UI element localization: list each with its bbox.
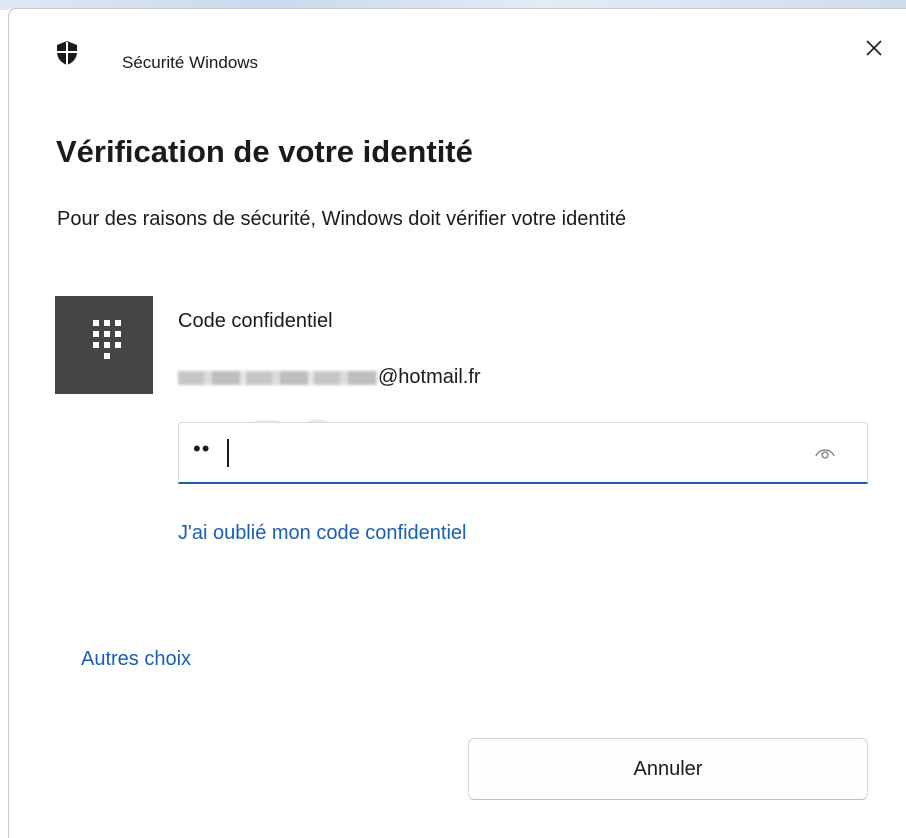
account-email: @hotmail.fr xyxy=(378,366,481,388)
pin-input-value: •• xyxy=(193,436,211,461)
close-button[interactable] xyxy=(856,30,892,66)
shield-icon xyxy=(57,41,77,65)
forgot-pin-link[interactable]: J'ai oublié mon code confidentiel xyxy=(178,522,466,545)
other-choices-link[interactable]: Autres choix xyxy=(81,648,191,671)
text-caret xyxy=(227,439,229,467)
page: Sécurité Windows Vérification de votre i… xyxy=(0,0,906,838)
cancel-button[interactable]: Annuler xyxy=(468,738,868,800)
eye-icon[interactable] xyxy=(815,445,835,461)
pin-keypad-icon xyxy=(55,296,153,394)
pin-input[interactable]: •• xyxy=(178,422,868,484)
close-icon xyxy=(866,40,882,56)
dialog-description: Pour des raisons de sécurité, Windows do… xyxy=(57,208,627,230)
app-title: Sécurité Windows xyxy=(122,53,259,72)
redacted-account-name xyxy=(178,371,378,385)
dialog-heading: Vérification de votre identité xyxy=(56,134,473,169)
sign-in-method-label: Code confidentiel xyxy=(178,310,333,332)
